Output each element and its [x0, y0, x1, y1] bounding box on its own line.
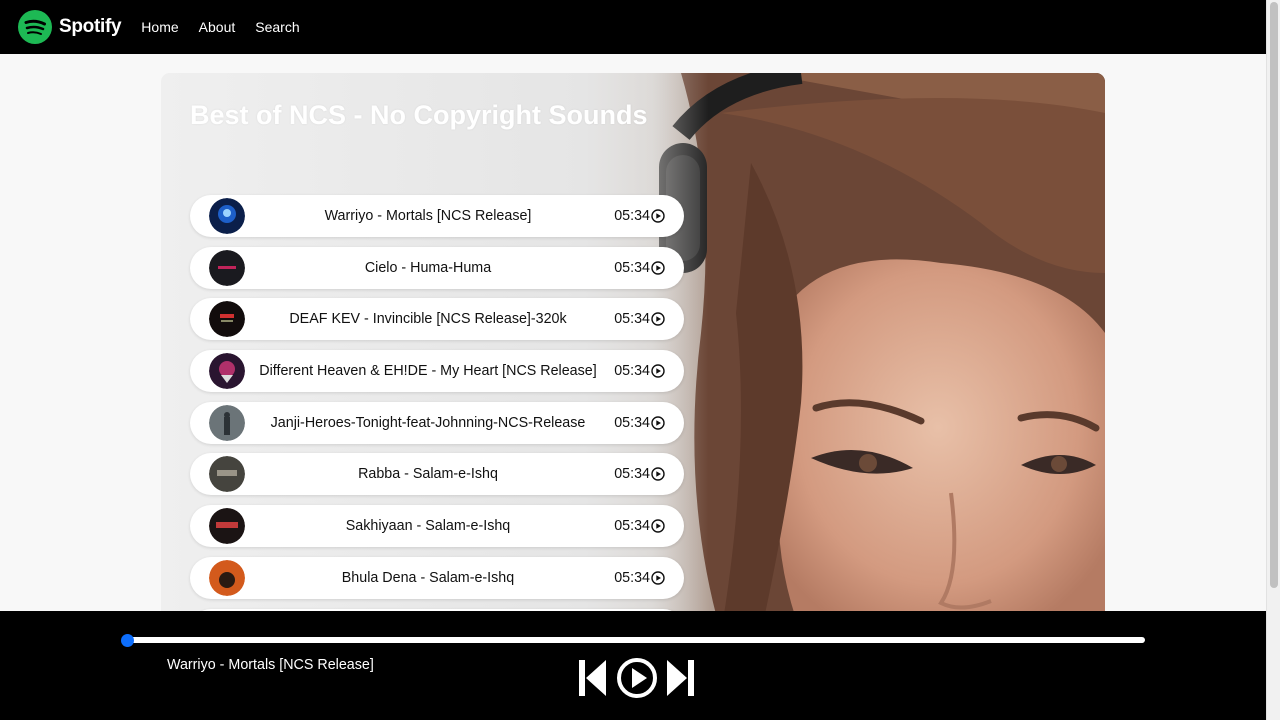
play-circle-icon[interactable]: [651, 416, 665, 430]
song-duration: 05:34: [614, 518, 650, 535]
nav-link-search[interactable]: Search: [255, 19, 299, 35]
play-circle-icon[interactable]: [651, 364, 665, 378]
song-cover-image: [209, 508, 245, 545]
song-cover-image: [209, 456, 245, 493]
play-circle-icon[interactable]: [651, 312, 665, 327]
navbar: Spotify Home About Search: [0, 0, 1266, 54]
nav-link-about[interactable]: About: [199, 19, 236, 35]
song-cover-image: [209, 404, 245, 441]
song-name: Janji-Heroes-Tonight-feat-Johnning-NCS-R…: [270, 414, 586, 431]
song-duration: 05:34: [614, 208, 650, 224]
scrollbar-thumb[interactable]: [1270, 2, 1278, 588]
song-name: Rabba - Salam-e-Ishq: [358, 466, 498, 483]
song-duration: 05:34: [614, 414, 650, 431]
song-cover-image: [209, 559, 245, 596]
song-name: Different Heaven & EH!DE - My Heart [NCS…: [259, 363, 597, 380]
song-duration: 05:34: [614, 363, 650, 380]
song-name: DEAF KEV - Invincible [NCS Release]-320k: [289, 311, 567, 328]
song-name: Bhula Dena - Salam-e-Ishq: [341, 569, 515, 586]
song-cover-image: [209, 301, 245, 338]
player-controls: [578, 657, 695, 699]
play-circle-icon[interactable]: [651, 467, 665, 482]
page-scrollbar[interactable]: [1266, 0, 1280, 720]
playlist-title: Best of NCS - No Copyright Sounds: [190, 100, 648, 130]
playlist-hero: Best of NCS - No Copyright Sounds Warriy…: [161, 73, 1105, 633]
song-cover-image: [209, 198, 245, 234]
play-circle-icon[interactable]: [651, 519, 665, 533]
spotify-logo-icon: [18, 10, 52, 44]
now-playing-title: Warriyo - Mortals [NCS Release]: [167, 657, 374, 673]
brand-link[interactable]: Spotify: [18, 10, 122, 44]
song-item[interactable]: Warriyo - Mortals [NCS Release] 05:34: [190, 195, 684, 237]
previous-icon[interactable]: [578, 659, 608, 697]
song-name: Cielo - Huma-Huma: [364, 259, 492, 276]
progress-bar[interactable]: [127, 637, 1145, 643]
nav-links: Home About Search: [141, 19, 319, 35]
song-cover-image: [209, 353, 245, 390]
brand-name: Spotify: [59, 16, 122, 37]
song-item[interactable]: Bhula Dena - Salam-e-Ishq 05:34: [190, 556, 684, 599]
song-item[interactable]: Rabba - Salam-e-Ishq 05:34: [190, 453, 684, 496]
bottom-player: Warriyo - Mortals [NCS Release]: [0, 611, 1266, 720]
play-circle-icon[interactable]: [616, 657, 658, 699]
progress-handle[interactable]: [121, 634, 134, 647]
play-circle-icon[interactable]: [651, 209, 665, 223]
song-item[interactable]: DEAF KEV - Invincible [NCS Release]-320k…: [190, 298, 684, 341]
song-item[interactable]: Janji-Heroes-Tonight-feat-Johnning-NCS-R…: [190, 401, 684, 444]
song-duration: 05:34: [614, 311, 650, 328]
song-item[interactable]: Sakhiyaan - Salam-e-Ishq 05:34: [190, 505, 684, 548]
song-cover-image: [209, 249, 245, 286]
song-item[interactable]: Cielo - Huma-Huma 05:34: [190, 246, 684, 289]
song-duration: 05:34: [614, 259, 650, 276]
song-list: Warriyo - Mortals [NCS Release] 05:34 Ci…: [190, 195, 684, 633]
song-duration: 05:34: [614, 466, 650, 483]
nav-link-home[interactable]: Home: [141, 19, 178, 35]
play-circle-icon[interactable]: [651, 260, 665, 275]
song-duration: 05:34: [614, 569, 650, 586]
song-name: Sakhiyaan - Salam-e-Ishq: [345, 518, 511, 535]
song-item[interactable]: Different Heaven & EH!DE - My Heart [NCS…: [190, 350, 684, 393]
song-name: Warriyo - Mortals [NCS Release]: [324, 208, 532, 224]
next-icon[interactable]: [665, 659, 695, 697]
play-circle-icon[interactable]: [651, 571, 665, 585]
